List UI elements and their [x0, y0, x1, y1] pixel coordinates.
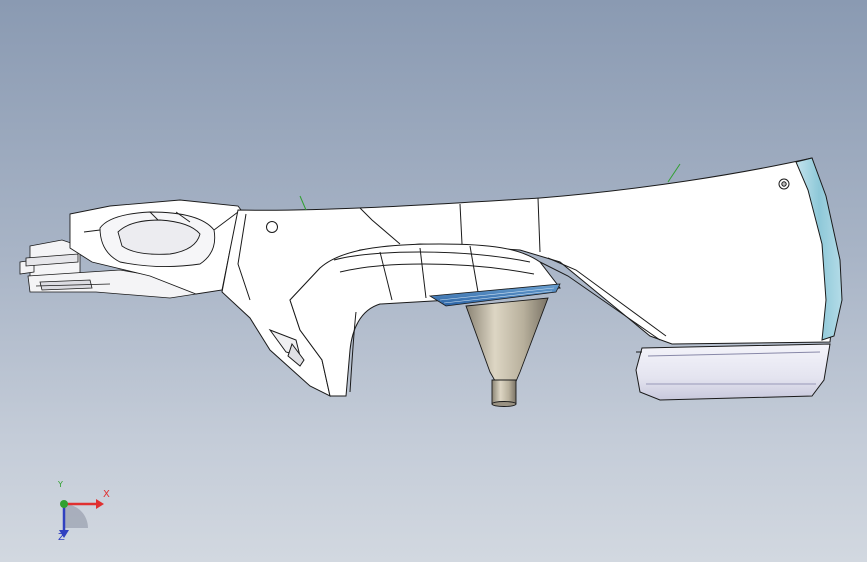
- graphics-viewport[interactable]: X Y Z: [0, 0, 867, 562]
- triad-axes: [59, 499, 104, 538]
- bottom-pod: [635, 343, 831, 401]
- x-axis-label: X: [103, 489, 110, 500]
- pedestal-stand: [465, 297, 549, 407]
- coordinate-triad: X Y Z: [44, 480, 124, 550]
- cad-model[interactable]: [0, 0, 867, 562]
- y-axis-label: Y: [58, 480, 63, 489]
- z-axis-label: Z: [58, 532, 65, 543]
